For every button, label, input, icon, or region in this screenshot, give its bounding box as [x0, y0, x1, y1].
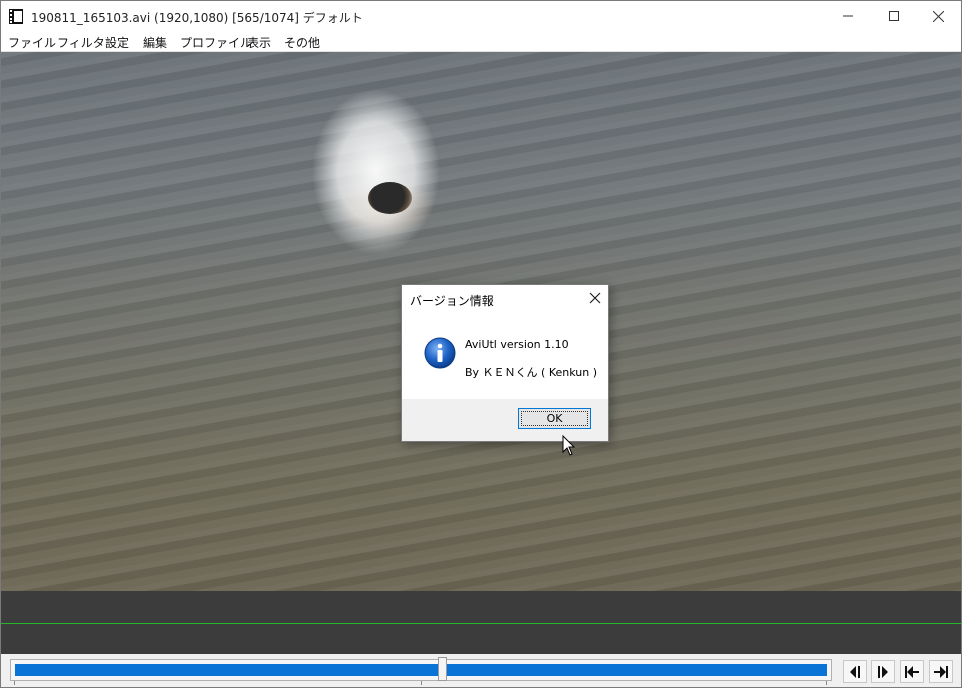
close-icon: [932, 10, 944, 22]
minimize-icon: [843, 15, 853, 17]
maximize-icon: [889, 11, 899, 21]
dialog-close-button[interactable]: [588, 291, 602, 305]
first-frame-icon: [905, 665, 919, 678]
next-frame-icon: [878, 665, 888, 678]
video-subject: [368, 182, 412, 214]
seek-tick: [421, 681, 422, 685]
focus-rect: [521, 411, 588, 426]
close-button[interactable]: [915, 1, 961, 31]
menu-file[interactable]: ファイル: [8, 34, 56, 51]
version-text: AviUtl version 1.10: [465, 338, 569, 351]
prev-frame-button[interactable]: [843, 660, 867, 683]
menu-edit[interactable]: 編集: [143, 34, 167, 51]
next-frame-button[interactable]: [871, 660, 895, 683]
version-dialog: バージョン情報 AviUtl version 1.10 By ＫＥＮくん ( K…: [401, 284, 609, 442]
author-text: By ＫＥＮくん ( Kenkun ): [465, 366, 598, 379]
seek-tick: [826, 681, 827, 685]
first-frame-button[interactable]: [900, 660, 924, 683]
title-bar[interactable]: 190811_165103.avi (1920,1080) [565/1074]…: [1, 1, 961, 31]
last-frame-icon: [934, 665, 948, 678]
playback-controls: [1, 654, 961, 687]
last-frame-button[interactable]: [929, 660, 953, 683]
film-icon: [9, 9, 23, 24]
dialog-title: バージョン情報: [410, 294, 494, 308]
seek-bar-fill: [15, 664, 827, 676]
menu-profile[interactable]: プロファイル: [180, 34, 252, 51]
maximize-button[interactable]: [871, 1, 917, 31]
timeline-marker-line: [1, 623, 961, 624]
menu-other[interactable]: その他: [284, 34, 320, 51]
window-title: 190811_165103.avi (1920,1080) [565/1074]…: [31, 11, 363, 25]
dialog-footer: OK: [402, 399, 608, 441]
mouse-cursor-icon: [562, 435, 576, 456]
seek-tick: [14, 681, 15, 685]
ok-button[interactable]: OK: [518, 408, 591, 429]
prev-frame-icon: [850, 665, 860, 678]
seek-bar[interactable]: [10, 657, 832, 681]
menu-view[interactable]: 表示: [247, 34, 271, 51]
seek-thumb[interactable]: [438, 657, 447, 681]
menu-settings[interactable]: 設定: [105, 34, 129, 51]
menu-bar: ファイル フィルタ 設定 編集 プロファイル 表示 その他: [1, 31, 961, 52]
info-icon: [424, 337, 456, 369]
timeline-area[interactable]: [1, 591, 961, 654]
minimize-button[interactable]: [825, 1, 871, 31]
menu-filter[interactable]: フィルタ: [57, 34, 105, 51]
